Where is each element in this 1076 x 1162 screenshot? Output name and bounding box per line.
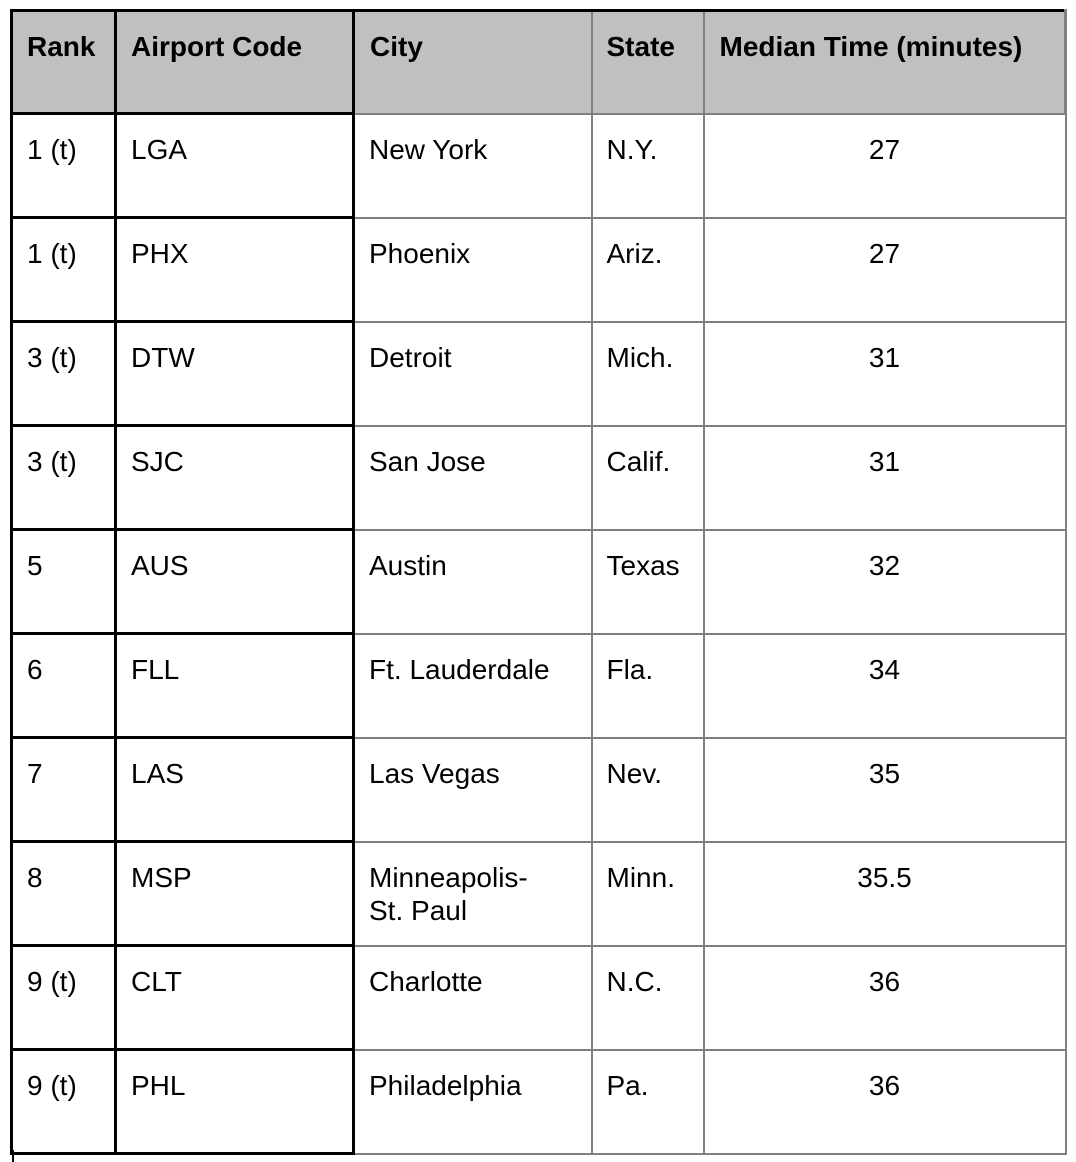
cell-rank: 9 (t) [10,944,117,1051]
cell-state: Pa. [590,1048,705,1155]
cell-median-time: 36 [702,1048,1067,1155]
cell-median-time: 31 [702,424,1067,531]
cell-airport-code: PHX [114,216,355,323]
header-state: State [590,9,705,115]
cell-state: Nev. [590,736,705,843]
table-row: 3 (t) SJC San Jose Calif. 31 [10,424,1067,531]
cell-city: Charlotte [352,944,593,1051]
cell-city: San Jose [352,424,593,531]
cell-state: Texas [590,528,705,635]
cell-rank: 1 (t) [10,112,117,219]
cell-rank: 9 (t) [10,1048,117,1155]
cell-airport-code: FLL [114,632,355,739]
table-row: 9 (t) CLT Charlotte N.C. 36 [10,944,1067,1051]
cell-airport-code: LGA [114,112,355,219]
cell-median-time: 35.5 [702,840,1067,947]
cell-airport-code: MSP [114,840,355,947]
cell-city: Ft. Lauderdale [352,632,593,739]
cell-median-time: 36 [702,944,1067,1051]
cell-rank: 7 [10,736,117,843]
header-rank: Rank [10,9,117,115]
table-row: 1 (t) LGA New York N.Y. 27 [10,112,1067,219]
cell-state: Mich. [590,320,705,427]
cell-rank: 5 [10,528,117,635]
cell-airport-code: CLT [114,944,355,1051]
cell-rank: 6 [10,632,117,739]
header-airport-code: Airport Code [114,9,355,115]
table-row: 9 (t) PHL Philadelphia Pa. 36 [10,1048,1067,1155]
table-header-row: Rank Airport Code City State Median Time… [10,9,1067,115]
cell-airport-code: LAS [114,736,355,843]
cell-airport-code: SJC [114,424,355,531]
cell-city: Minneapolis- St. Paul [352,840,593,947]
table-row: 1 (t) PHX Phoenix Ariz. 27 [10,216,1067,323]
cell-state: N.Y. [590,112,705,219]
table-row: 7 LAS Las Vegas Nev. 35 [10,736,1067,843]
cell-city: New York [352,112,593,219]
cell-city: Philadelphia [352,1048,593,1155]
table-row: 6 FLL Ft. Lauderdale Fla. 34 [10,632,1067,739]
cell-airport-code: AUS [114,528,355,635]
cell-rank: 3 (t) [10,424,117,531]
cell-median-time: 32 [702,528,1067,635]
cell-median-time: 34 [702,632,1067,739]
table-row: 8 MSP Minneapolis- St. Paul Minn. 35.5 [10,840,1067,947]
cell-median-time: 35 [702,736,1067,843]
header-city: City [352,9,593,115]
table-row: 5 AUS Austin Texas 32 [10,528,1067,635]
cell-city: Austin [352,528,593,635]
table-row: 3 (t) DTW Detroit Mich. 31 [10,320,1067,427]
table-edge-mark [12,1150,14,1162]
cell-city: Detroit [352,320,593,427]
cell-airport-code: PHL [114,1048,355,1155]
cell-rank: 8 [10,840,117,947]
cell-median-time: 27 [702,112,1067,219]
cell-state: Fla. [590,632,705,739]
cell-median-time: 31 [702,320,1067,427]
cell-rank: 1 (t) [10,216,117,323]
airport-ranking-table: Rank Airport Code City State Median Time… [10,9,1067,1155]
header-median-time: Median Time (minutes) [702,9,1067,115]
cell-state: N.C. [590,944,705,1051]
cell-median-time: 27 [702,216,1067,323]
cell-city: Las Vegas [352,736,593,843]
cell-airport-code: DTW [114,320,355,427]
cell-rank: 3 (t) [10,320,117,427]
cell-state: Minn. [590,840,705,947]
cell-state: Ariz. [590,216,705,323]
cell-state: Calif. [590,424,705,531]
cell-city: Phoenix [352,216,593,323]
